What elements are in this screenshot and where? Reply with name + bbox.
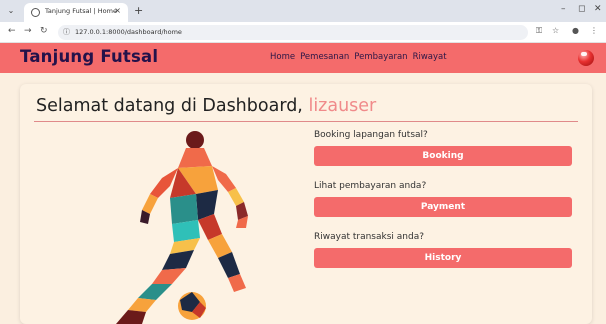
browser-tab[interactable]: Tanjung Futsal | Home × <box>24 3 128 22</box>
password-key-icon[interactable]: ⚿ <box>536 26 542 36</box>
maximize-icon[interactable]: ◻ <box>578 4 585 14</box>
url-text: 127.0.0.1:8000/dashboard/home <box>75 28 182 36</box>
football-player-illustration <box>116 131 248 324</box>
username: lizauser <box>308 96 377 116</box>
forward-icon[interactable]: → <box>24 26 32 36</box>
brand-logo[interactable]: Tanjung Futsal <box>20 47 158 66</box>
browser-tab-strip: ⌄ Tanjung Futsal | Home × + – ◻ ✕ <box>0 0 606 22</box>
minimize-icon[interactable]: – <box>561 4 566 14</box>
tab-title: Tanjung Futsal | Home <box>45 7 117 15</box>
nav-riwayat[interactable]: Riwayat <box>413 52 447 62</box>
page-title: Selamat datang di Dashboard, lizauser <box>36 96 376 116</box>
history-prompt: Riwayat transaksi anda? <box>314 232 424 242</box>
payment-prompt: Lihat pembayaran anda? <box>314 181 427 191</box>
browser-menu-icon[interactable]: ⋮ <box>590 26 598 35</box>
bookmark-star-icon[interactable]: ☆ <box>552 26 559 35</box>
close-window-icon[interactable]: ✕ <box>594 4 602 14</box>
profile-icon[interactable]: ● <box>572 26 579 35</box>
booking-prompt: Booking lapangan futsal? <box>314 130 428 140</box>
nav-pembayaran[interactable]: Pembayaran <box>354 52 407 62</box>
url-field[interactable]: ⓘ 127.0.0.1:8000/dashboard/home <box>58 25 528 40</box>
nav-pemesanan[interactable]: Pemesanan <box>300 52 349 62</box>
globe-icon <box>31 8 40 17</box>
tab-close-icon[interactable]: × <box>114 6 121 15</box>
booking-button[interactable]: Booking <box>314 146 572 166</box>
back-icon[interactable]: ← <box>8 26 16 36</box>
history-button[interactable]: History <box>314 248 572 268</box>
site-info-icon[interactable]: ⓘ <box>63 27 70 37</box>
address-bar: ← → ↻ ⓘ 127.0.0.1:8000/dashboard/home ⚿ … <box>0 22 606 43</box>
nav-home[interactable]: Home <box>270 52 295 62</box>
divider <box>34 121 578 122</box>
site-navbar: Tanjung Futsal Home Pemesanan Pembayaran… <box>0 43 606 73</box>
payment-button[interactable]: Payment <box>314 197 572 217</box>
user-avatar[interactable] <box>578 50 594 66</box>
tab-search-icon[interactable]: ⌄ <box>6 6 16 16</box>
welcome-text: Selamat datang di Dashboard, <box>36 96 309 116</box>
nav-links: Home Pemesanan Pembayaran Riwayat <box>270 52 447 62</box>
new-tab-icon[interactable]: + <box>134 4 143 17</box>
reload-icon[interactable]: ↻ <box>40 26 48 36</box>
